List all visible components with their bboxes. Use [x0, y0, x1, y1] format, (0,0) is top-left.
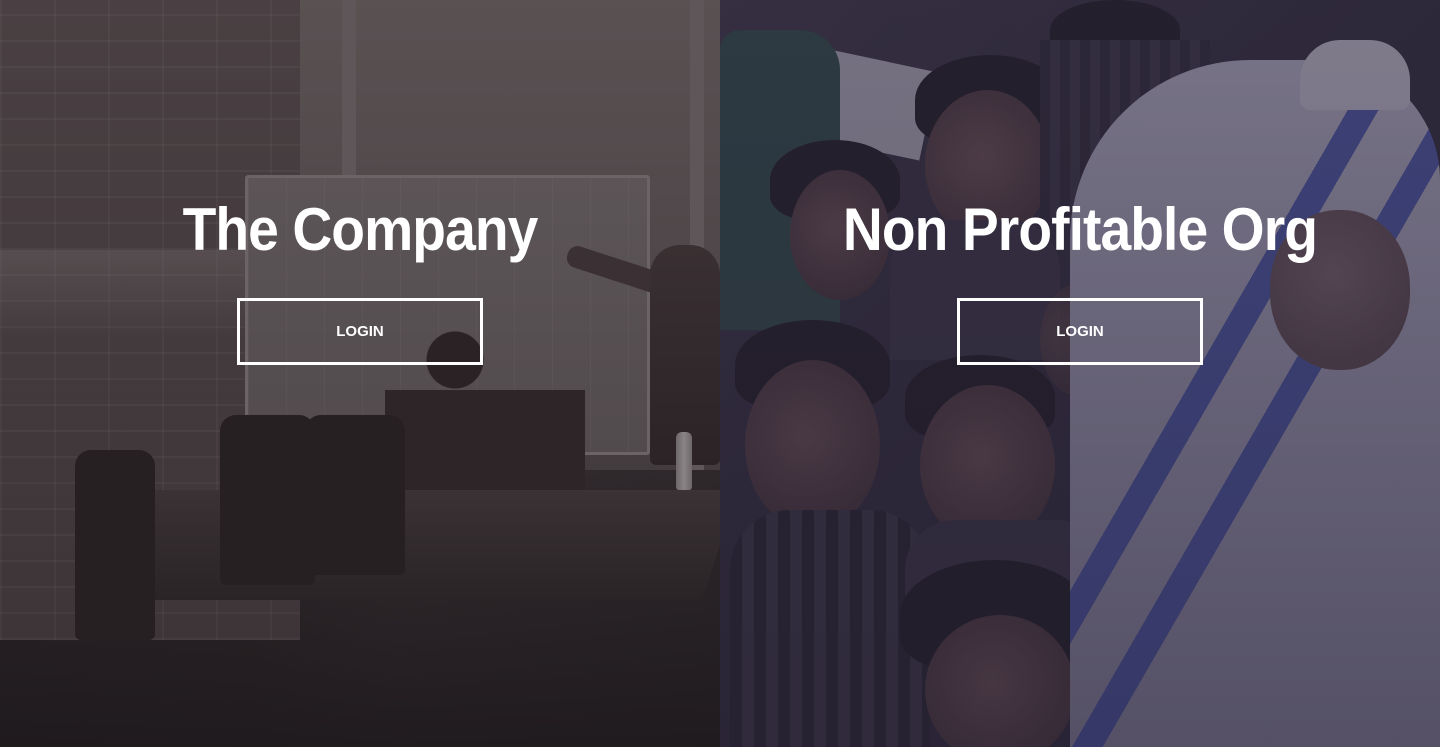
- company-title: The Company: [182, 196, 539, 263]
- nonprofit-login-button[interactable]: LOGIN: [957, 298, 1203, 365]
- company-content: The Company LOGIN: [0, 0, 720, 747]
- company-login-button[interactable]: LOGIN: [237, 298, 483, 365]
- company-panel: The Company LOGIN: [0, 0, 720, 747]
- nonprofit-content: Non Profitable Org LOGIN: [720, 0, 1440, 747]
- nonprofit-panel: Non Profitable Org LOGIN: [720, 0, 1440, 747]
- nonprofit-title: Non Profitable Org: [842, 196, 1318, 263]
- split-landing: The Company LOGIN Non Profitable Org LOG…: [0, 0, 1440, 747]
